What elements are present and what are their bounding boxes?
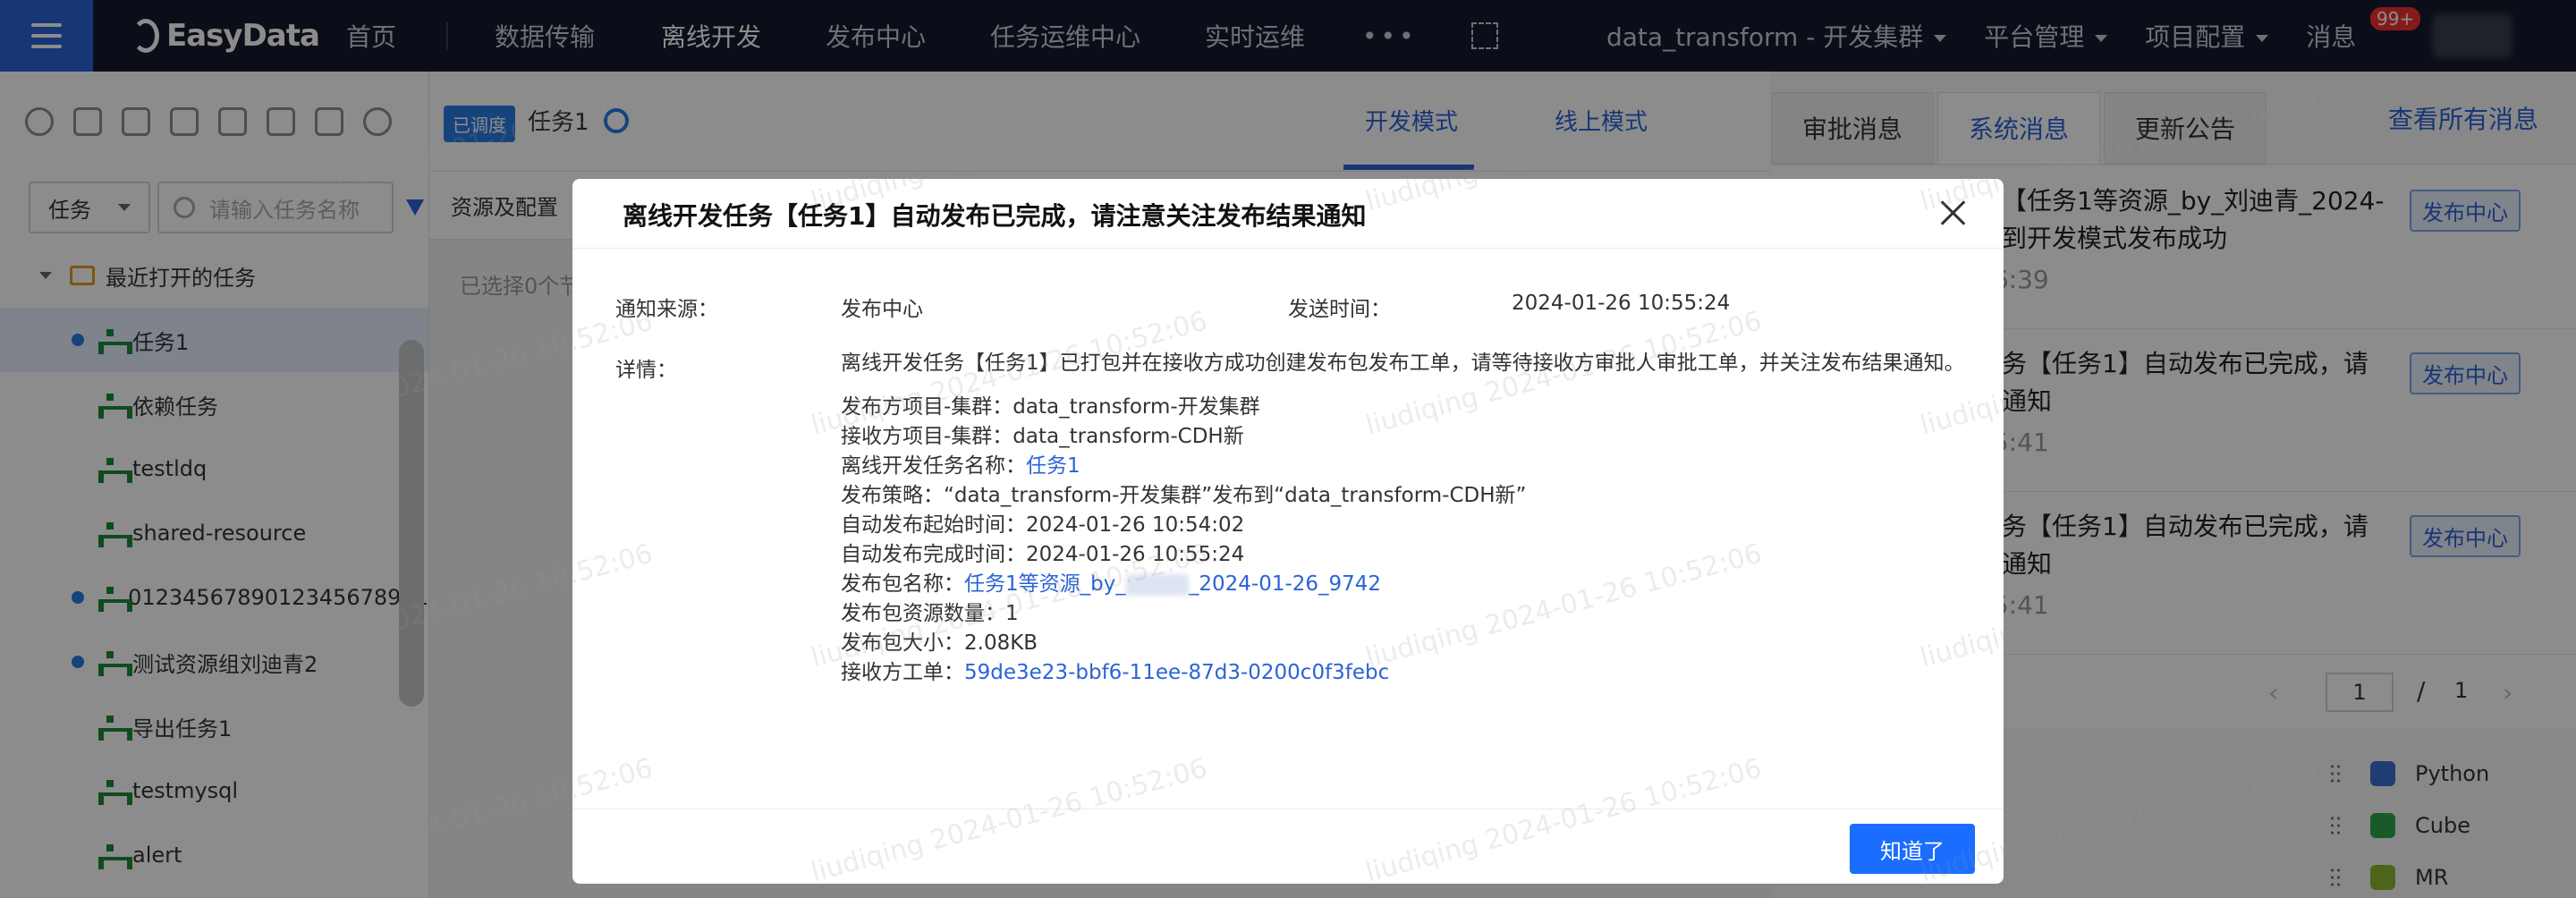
receiver-line: 接收方项目-集群：data_transform-CDH新 [841,425,1244,448]
package-line: 发布包名称：任务1等资源_by_ _2024-01-26_9742 [841,572,1382,596]
ticket-link[interactable]: 59de3e23-bbf6-11ee-87d3-0200c0f3febc [964,661,1389,684]
send-time-label: 发送时间： [1288,298,1391,321]
details-label: 详情： [615,359,677,382]
details-intro: 离线开发任务【任务1】已打包并在接收方成功创建发布包发布工单，请等待接收方审批人… [841,352,1965,375]
ticket-line: 接收方工单：59de3e23-bbf6-11ee-87d3-0200c0f3fe… [841,661,1390,684]
publisher-line: 发布方项目-集群：data_transform-开发集群 [841,395,1260,419]
task-name-link[interactable]: 任务1 [1026,454,1080,478]
source-label: 通知来源： [615,298,718,321]
strategy-line: 发布策略：“data_transform-开发集群”发布到“data_trans… [841,484,1527,507]
package-link[interactable]: 任务1等资源_by_ _2024-01-26_9742 [964,572,1381,596]
end-time-line: 自动发布完成时间：2024-01-26 10:55:24 [841,543,1245,566]
notification-dialog: 离线开发任务【任务1】自动发布已完成，请注意关注发布结果通知 通知来源： 发布中… [572,179,2004,884]
send-time-value: 2024-01-26 10:55:24 [1512,292,1731,315]
resource-count-line: 发布包资源数量：1 [841,602,1019,625]
close-icon[interactable] [1939,199,1968,227]
source-value: 发布中心 [841,298,923,321]
dialog-footer: 知道了 [572,809,2004,884]
task-name-line: 离线开发任务名称：任务1 [841,454,1080,478]
start-time-line: 自动发布起始时间：2024-01-26 10:54:02 [841,513,1245,537]
dialog-title: 离线开发任务【任务1】自动发布已完成，请注意关注发布结果通知 [623,201,1367,231]
redacted-name [1125,573,1189,596]
details-content: 离线开发任务【任务1】已打包并在接收方成功创建发布包发布工单，请等待接收方审批人… [841,349,1977,688]
package-size-line: 发布包大小：2.08KB [841,631,1038,655]
dialog-header: 离线开发任务【任务1】自动发布已完成，请注意关注发布结果通知 [572,179,2004,249]
acknowledge-button[interactable]: 知道了 [1850,824,1975,874]
